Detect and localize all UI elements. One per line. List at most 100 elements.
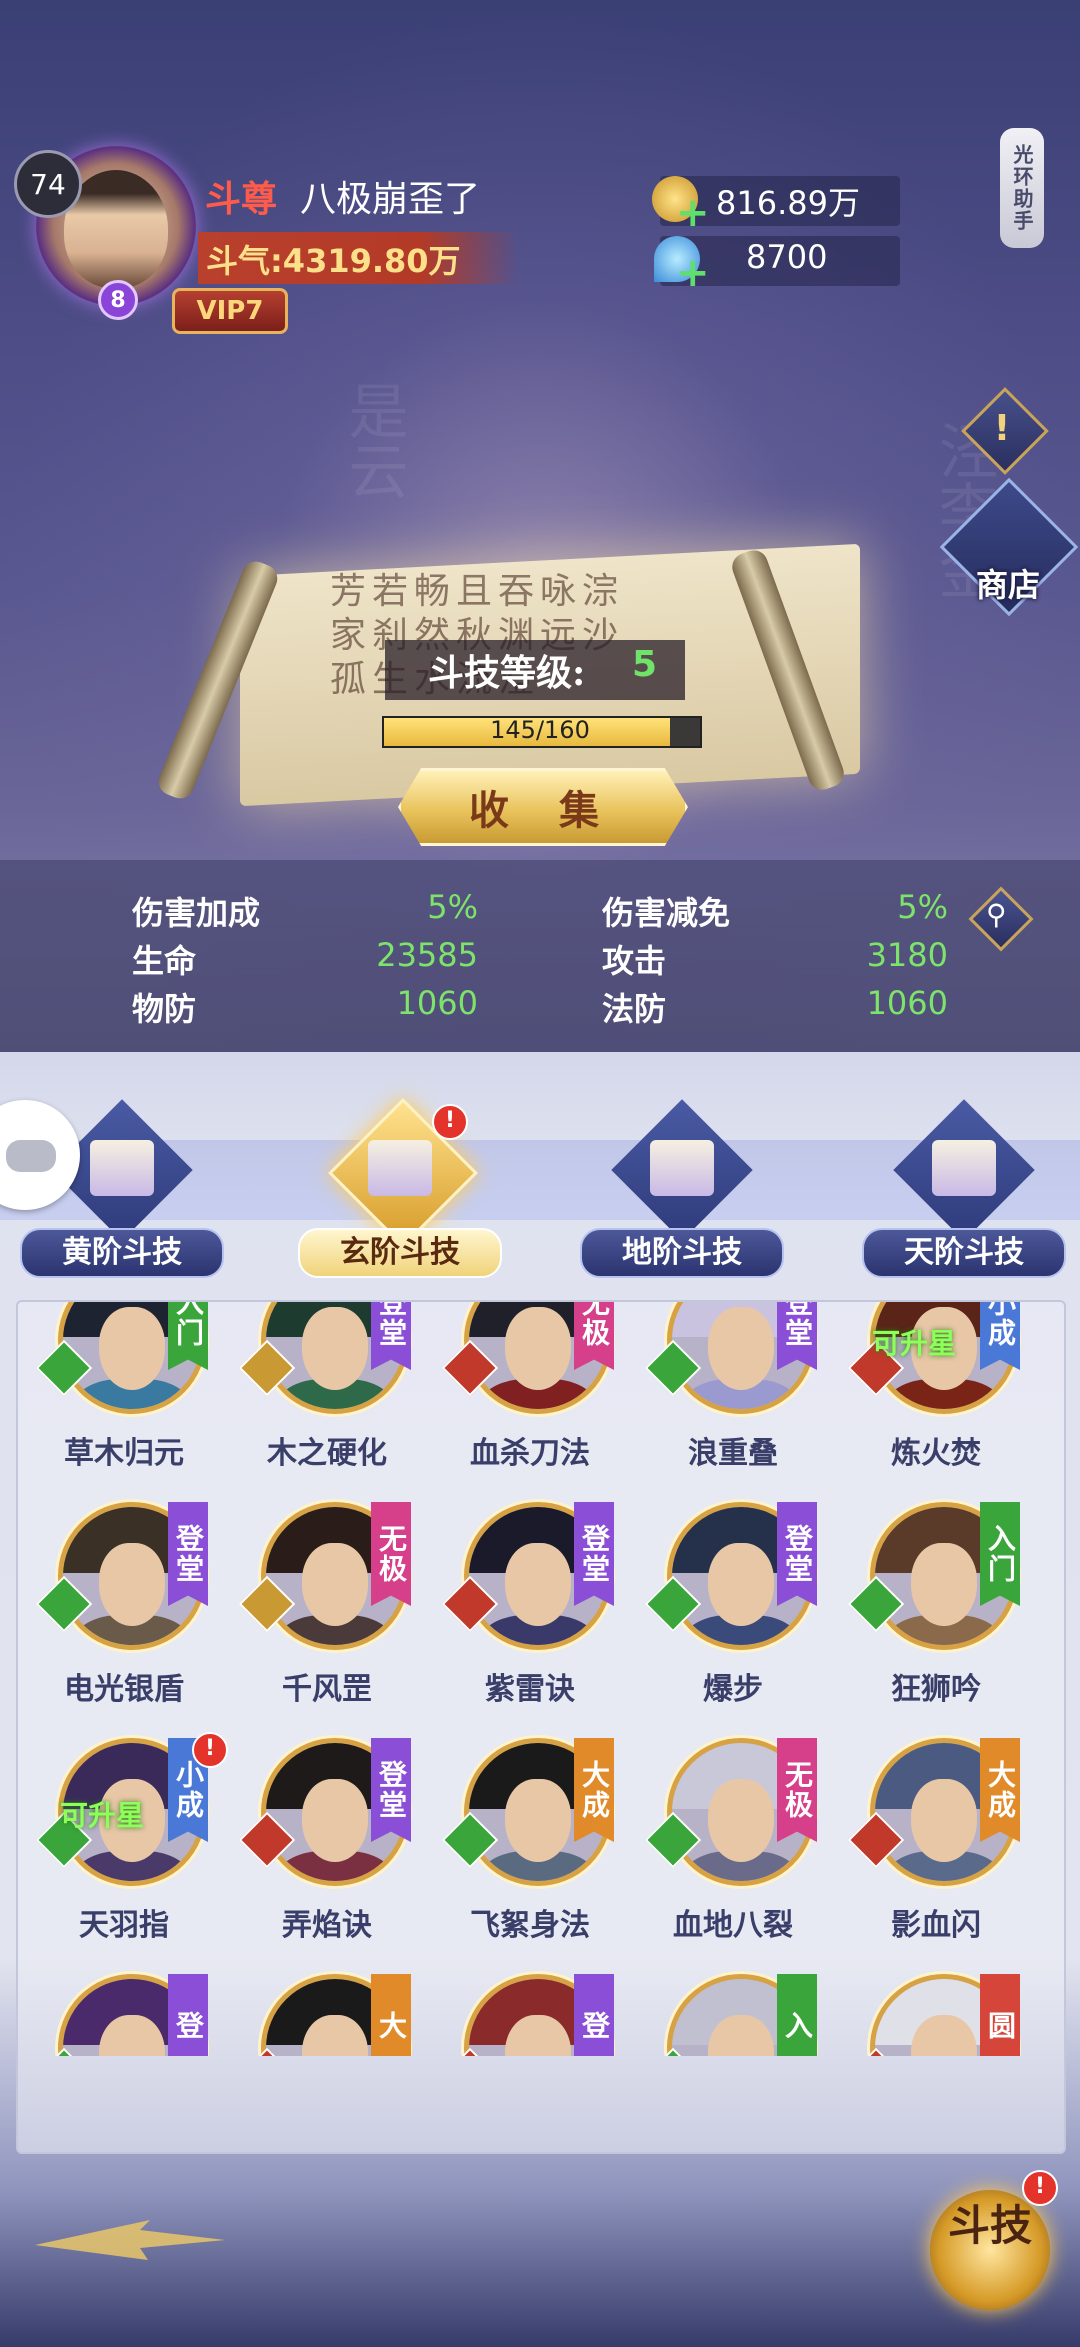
stat-value: 23585 [376,936,478,974]
add-gem-plus-icon[interactable]: + [676,250,710,296]
skill-card[interactable]: 登 [430,1974,630,2056]
skill-card[interactable]: 无极 血杀刀法 [430,1302,630,1496]
skill-name: 血地八裂 [673,1908,793,1943]
skill-rank-tag: 无极 [777,1738,817,1842]
portrait-face [504,1306,572,1390]
skill-card[interactable]: 登堂紫雷诀 [430,1502,630,1732]
gold-amount: 816.89万 [716,184,860,222]
stat-value: 1060 [396,984,478,1022]
vip-badge[interactable]: VIP7 [172,288,288,334]
skill-card[interactable]: 登堂 浪重叠 [633,1302,833,1496]
skill-rank-tag: 登 [168,1974,208,2056]
tab-label[interactable]: 玄阶斗技 [298,1228,502,1278]
helper-tab[interactable]: 光环助手 [1000,128,1044,248]
portrait-face [707,1778,775,1862]
gem-amount: 8700 [746,238,828,276]
skill-rank-tag: 登堂 [168,1502,208,1606]
skill-name: 狂狮吟 [891,1672,981,1707]
scroll-book-icon [932,1140,996,1196]
tab-alert-icon: ! [432,1104,468,1140]
shop-label[interactable]: 商店 [968,560,1048,606]
skill-name: 炼火焚 [891,1436,981,1471]
scroll-book-icon [90,1140,154,1196]
skill-rank-tag: 大成 [574,1738,614,1842]
stat-label: 伤害减免 [602,894,731,932]
tab-label[interactable]: 天阶斗技 [862,1228,1066,1278]
skill-xp-text: 145/160 [490,716,590,744]
skill-card[interactable]: 入门狂狮吟 [836,1502,1036,1732]
skill-name: 浪重叠 [688,1436,778,1471]
add-gold-plus-icon[interactable]: + [676,190,710,236]
skill-level-label: 斗技等级: [428,652,586,694]
skill-card[interactable]: 小成 可升星! 天羽指 [24,1732,228,1968]
stat-value: 5% [897,888,948,926]
skill-rank-tag: 入 [777,1974,817,2056]
stat-label: 物防 [132,990,197,1028]
skill-card[interactable]: 入 [633,1974,833,2056]
skill-name: 草木归元 [64,1436,184,1471]
skill-card[interactable]: 无极血地八裂 [633,1738,833,1968]
main-alert-icon: ! [1022,2170,1058,2206]
skill-rank-tag: 无极 [371,1502,411,1606]
skill-rank-tag: 登堂 [371,1738,411,1842]
skill-card[interactable]: 登 [24,1974,224,2056]
skill-card[interactable]: 大 [227,1974,427,2056]
skill-rank-tag: 大成 [980,1738,1020,1842]
skill-card[interactable]: 登堂 木之硬化 [227,1302,427,1496]
portrait-face [301,1542,369,1626]
skill-card[interactable]: 登堂 电光银盾 [24,1502,224,1732]
stat-value: 5% [427,888,478,926]
skill-card[interactable]: 入门 草木归元 [24,1302,224,1496]
tab-mystic-skills[interactable]: 玄阶斗技 ! [298,1090,502,1280]
tab-label[interactable]: 地阶斗技 [580,1228,784,1278]
portrait-face [504,1542,572,1626]
info-icon[interactable]: ! [990,408,1014,449]
skill-grid[interactable]: 入门 草木归元 登堂 木之硬化 无极 血杀刀法 登堂 浪重叠 小成 可升星 炼火焚 登堂 电光银盾 无极千… [18,1302,1062,2056]
skill-name: 血杀刀法 [470,1436,590,1471]
skill-name: 天羽指 [79,1908,169,1943]
tab-earth-skills[interactable]: 地阶斗技 [580,1090,784,1280]
portrait-face [98,1306,166,1390]
stat-value: 1060 [866,984,948,1022]
collect-button[interactable]: 收 集 [398,768,688,846]
background-calligraphy: 是云 [338,380,408,500]
tab-heaven-skills[interactable]: 天阶斗技 [862,1090,1066,1280]
skill-name: 弄焰诀 [282,1908,372,1943]
skill-name: 飞絮身法 [470,1908,590,1943]
portrait-face [98,1542,166,1626]
skill-card[interactable]: 登堂 爆步 [633,1502,833,1732]
upgrade-star-hint: 可升星 [872,1327,957,1360]
portrait-face [301,1778,369,1862]
skill-card[interactable]: 大成 影血闪 [836,1738,1036,1968]
tab-label[interactable]: 黄阶斗技 [20,1228,224,1278]
player-level-badge: 74 [14,150,82,218]
skills-main-button-label[interactable]: 斗技 [930,2200,1050,2310]
skill-card[interactable]: 大成飞絮身法 [430,1738,630,1968]
gamepad-icon[interactable] [6,1140,56,1172]
skill-alert-icon: ! [192,1732,228,1768]
skill-card[interactable]: 圆 [836,1974,1036,2056]
skill-rank-tag: 登堂 [574,1502,614,1606]
player-rank-title: 斗尊 [205,178,278,220]
skill-rank-tag: 入门 [980,1502,1020,1606]
skill-level-value: 5 [632,644,658,685]
skill-card[interactable]: 小成 可升星 炼火焚 [836,1302,1036,1496]
skill-rank-tag: 大 [371,1974,411,2056]
portrait-face [910,1542,978,1626]
portrait-face [707,1542,775,1626]
skill-name: 木之硬化 [267,1436,387,1471]
scroll-book-icon [368,1140,432,1196]
portrait-face [910,1778,978,1862]
skill-name: 紫雷诀 [485,1672,575,1707]
search-icon[interactable]: ⚲ [986,898,1007,931]
skill-card[interactable]: 无极 千风罡 [227,1502,427,1732]
skill-card[interactable]: 登堂弄焰诀 [227,1738,427,1968]
skill-rank-tag: 圆 [980,1974,1020,2056]
arrow-icon [35,2220,225,2260]
portrait-face [301,1306,369,1390]
skill-rank-tag: 登堂 [777,1502,817,1606]
portrait-face [707,1306,775,1390]
stat-label: 攻击 [602,942,667,980]
skill-rank-tag: 登 [574,1974,614,2056]
stat-label: 伤害加成 [132,894,261,932]
